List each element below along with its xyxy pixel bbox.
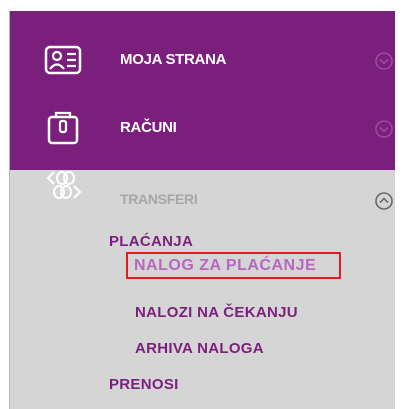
wallet-icon	[44, 111, 84, 147]
submenu-item-prenosi[interactable]: PRENOSI	[109, 376, 179, 393]
menu-item-moja-strana[interactable]: MOJA STRANA	[10, 36, 395, 86]
menu-item-transferi[interactable]: TRANSFERI	[10, 171, 395, 226]
submenu-item-nalog-za-placanje[interactable]: NALOG ZA PLAĆANJE	[126, 252, 341, 279]
chevron-down-icon[interactable]	[374, 119, 394, 139]
submenu-item-nalozi-na-cekanju[interactable]: NALOZI NA ČEKANJU	[135, 304, 298, 321]
menu-item-label: RAČUNI	[120, 119, 177, 136]
menu-item-label: TRANSFERI	[120, 191, 198, 207]
chevron-down-icon[interactable]	[374, 51, 394, 71]
submenu-item-arhiva-naloga[interactable]: ARHIVA NALOGA	[135, 340, 264, 357]
transfer-arrows-icon	[44, 168, 84, 204]
contact-card-icon	[44, 43, 84, 79]
menu-item-racuni[interactable]: RAČUNI	[10, 104, 395, 154]
chevron-up-icon[interactable]	[374, 191, 394, 211]
submenu-item-placanja[interactable]: PLAĆANJA	[109, 233, 193, 250]
menu-item-label: MOJA STRANA	[120, 51, 227, 68]
